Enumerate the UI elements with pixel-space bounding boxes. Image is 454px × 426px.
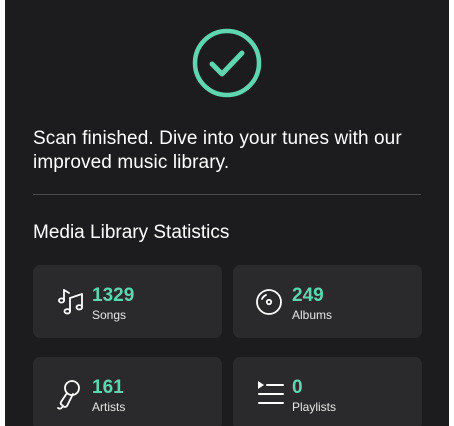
stat-card-songs[interactable]: 1329 Songs xyxy=(33,265,222,338)
checkmark-circle-icon xyxy=(191,27,263,99)
playlists-count: 0 xyxy=(292,377,303,398)
albums-label: Albums xyxy=(292,308,333,322)
songs-label: Songs xyxy=(92,308,127,322)
divider xyxy=(33,194,421,195)
playlists-label: Playlists xyxy=(292,400,337,414)
songs-count: 1329 xyxy=(92,285,135,306)
artists-count: 161 xyxy=(92,377,124,398)
scan-finished-message: Scan finished. Dive into your tunes with… xyxy=(33,128,402,173)
artists-label: Artists xyxy=(92,400,126,414)
stat-card-playlists[interactable]: 0 Playlists xyxy=(233,357,422,426)
scan-complete-screen: Scan finished. Dive into your tunes with… xyxy=(5,0,449,426)
stat-card-albums[interactable]: 249 Albums xyxy=(233,265,422,338)
album-disc-icon xyxy=(255,285,289,319)
music-notes-icon xyxy=(55,285,89,319)
microphone-icon xyxy=(55,377,89,411)
playlist-icon xyxy=(255,377,289,411)
albums-count: 249 xyxy=(292,285,324,306)
stat-card-artists[interactable]: 161 Artists xyxy=(33,357,222,426)
section-title: Media Library Statistics xyxy=(33,222,230,243)
